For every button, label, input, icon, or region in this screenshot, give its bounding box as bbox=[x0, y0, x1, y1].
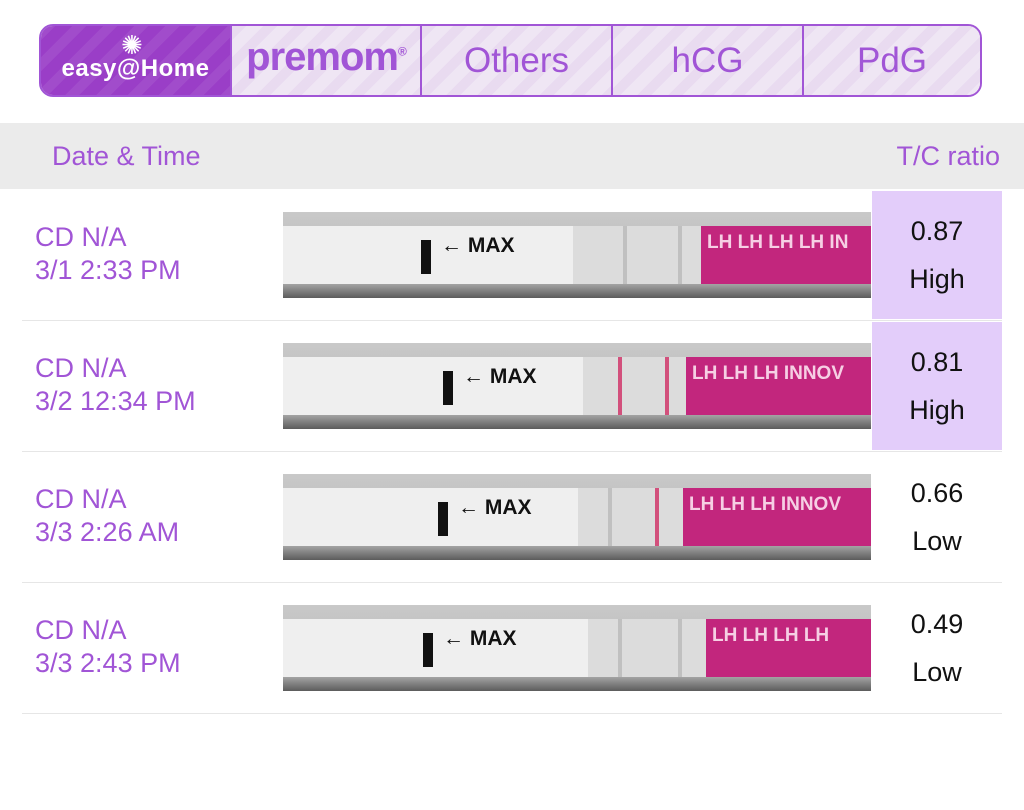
tab-hcg-label: hCG bbox=[671, 40, 744, 80]
cycle-day: CD N/A bbox=[35, 484, 127, 514]
tc-ratio-value: 0.66 bbox=[910, 478, 964, 508]
test-strip-image[interactable]: ← MAX LH LH LH INNOV bbox=[283, 343, 871, 429]
tab-pdg[interactable]: PdG bbox=[804, 26, 980, 95]
row-date-time: CD N/A 3/2 12:34 PM bbox=[35, 352, 196, 418]
tc-ratio-value: 0.87 bbox=[910, 216, 964, 246]
test-datetime: 3/3 2:43 PM bbox=[35, 648, 181, 678]
list-item[interactable]: CD N/A 3/3 2:43 PM ← MAX LH LH LH LH 0.4… bbox=[0, 584, 1024, 714]
tab-premom[interactable]: premom® bbox=[232, 26, 422, 95]
test-strip-image[interactable]: ← MAX LH LH LH LH IN bbox=[283, 212, 871, 298]
test-line bbox=[623, 226, 627, 284]
tc-ratio-level: Low bbox=[912, 526, 962, 556]
cycle-day: CD N/A bbox=[35, 353, 127, 383]
header-tc-ratio: T/C ratio bbox=[896, 141, 1000, 171]
test-line bbox=[618, 619, 622, 677]
tab-others[interactable]: Others bbox=[422, 26, 613, 95]
tc-ratio-cell: 0.49 Low bbox=[872, 584, 1002, 712]
strip-brand-label: LH LH LH INNOV bbox=[686, 357, 871, 415]
strip-brand-label: LH LH LH LH bbox=[706, 619, 871, 677]
max-arrow-label: ← MAX bbox=[463, 365, 537, 388]
tc-ratio-value: 0.81 bbox=[910, 347, 964, 377]
list-item[interactable]: CD N/A 3/2 12:34 PM ← MAX LH LH LH INNOV… bbox=[0, 322, 1024, 452]
tc-ratio-level: High bbox=[909, 264, 965, 294]
tc-ratio-level: Low bbox=[912, 657, 962, 687]
row-date-time: CD N/A 3/1 2:33 PM bbox=[35, 221, 181, 287]
control-line bbox=[678, 619, 682, 677]
cycle-day: CD N/A bbox=[35, 615, 127, 645]
list-item[interactable]: CD N/A 3/1 2:33 PM ← MAX LH LH LH LH IN … bbox=[0, 191, 1024, 321]
tab-hcg[interactable]: hCG bbox=[613, 26, 804, 95]
tab-others-label: Others bbox=[463, 40, 570, 80]
tc-ratio-cell: 0.81 High bbox=[872, 322, 1002, 450]
tc-ratio-cell: 0.66 Low bbox=[872, 453, 1002, 581]
test-line bbox=[618, 357, 622, 415]
max-arrow-label: ← MAX bbox=[441, 234, 515, 257]
test-line bbox=[608, 488, 612, 546]
tc-ratio-cell: 0.87 High bbox=[872, 191, 1002, 319]
cycle-day: CD N/A bbox=[35, 222, 127, 252]
control-line bbox=[678, 226, 682, 284]
tc-ratio-value: 0.49 bbox=[910, 609, 964, 639]
control-line bbox=[655, 488, 659, 546]
burst-icon: ✺ bbox=[121, 30, 143, 60]
test-datetime: 3/2 12:34 PM bbox=[35, 386, 196, 416]
list-item[interactable]: CD N/A 3/3 2:26 AM ← MAX LH LH LH INNOV … bbox=[0, 453, 1024, 583]
header-date-time: Date & Time bbox=[52, 141, 201, 171]
tab-easy-home[interactable]: ✺ easy@Home bbox=[41, 26, 232, 95]
row-date-time: CD N/A 3/3 2:26 AM bbox=[35, 483, 179, 549]
test-strip-image[interactable]: ← MAX LH LH LH LH bbox=[283, 605, 871, 691]
table-header: Date & Time T/C ratio bbox=[0, 123, 1024, 189]
strip-brand-label: LH LH LH LH IN bbox=[701, 226, 871, 284]
tc-ratio-level: High bbox=[909, 395, 965, 425]
max-arrow-label: ← MAX bbox=[443, 627, 517, 650]
tab-pdg-label: PdG bbox=[856, 40, 928, 80]
strip-brand-label: LH LH LH INNOV bbox=[683, 488, 871, 546]
premom-logo: premom® bbox=[246, 35, 407, 79]
row-date-time: CD N/A 3/3 2:43 PM bbox=[35, 614, 181, 680]
test-strip-image[interactable]: ← MAX LH LH LH INNOV bbox=[283, 474, 871, 560]
control-line bbox=[665, 357, 669, 415]
brand-tab-bar: ✺ easy@Home premom® Others hCG PdG bbox=[39, 24, 982, 97]
max-arrow-label: ← MAX bbox=[458, 496, 532, 519]
test-datetime: 3/3 2:26 AM bbox=[35, 517, 180, 547]
test-datetime: 3/1 2:33 PM bbox=[35, 255, 181, 285]
